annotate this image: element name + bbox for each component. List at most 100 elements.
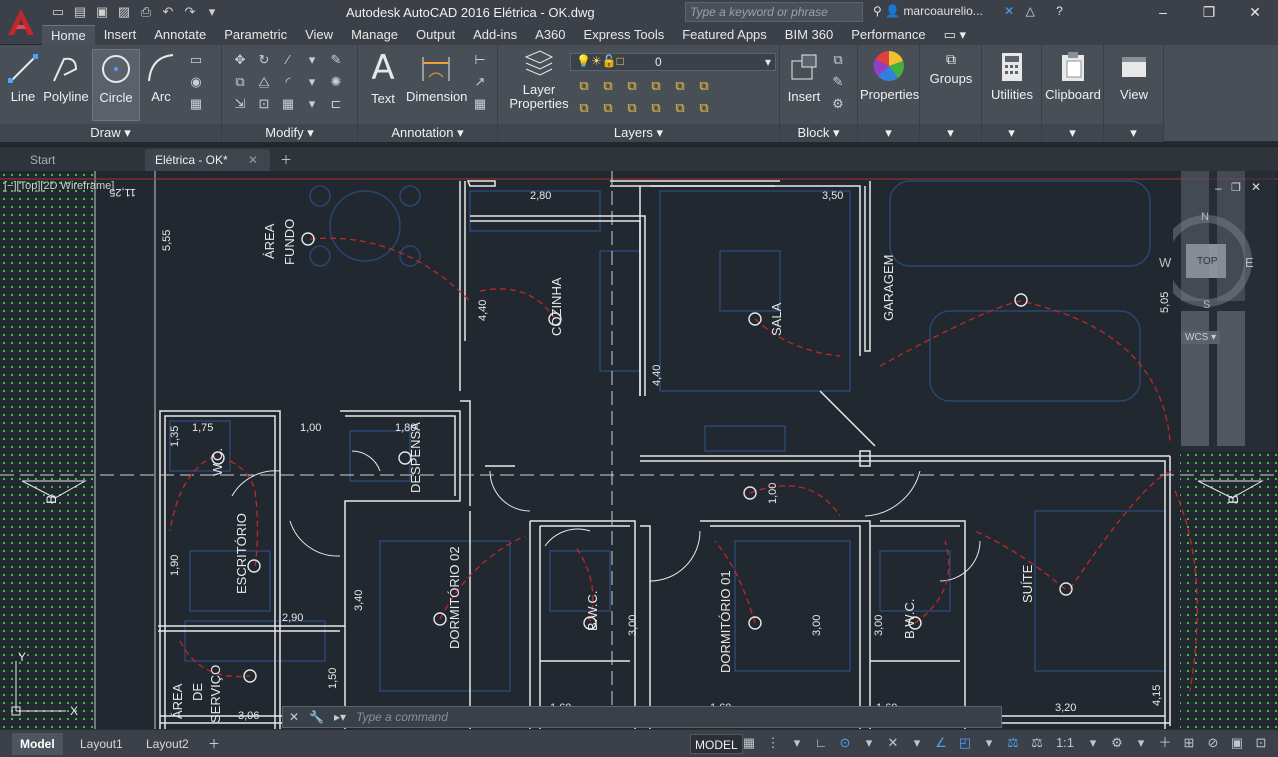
save-icon[interactable]: ▣ — [94, 4, 110, 20]
tab-add-ins[interactable]: Add-ins — [464, 25, 526, 45]
workspace-dropdown-icon[interactable]: ▾ — [204, 4, 220, 20]
layer-tool-icon[interactable]: ⧉ — [646, 99, 666, 117]
dropdown-icon[interactable]: ▾ — [302, 51, 322, 69]
utilities-expand-icon[interactable]: ▾ — [982, 124, 1041, 142]
layer-tool-icon[interactable]: ⧉ — [574, 77, 594, 95]
a360-icon[interactable]: △ — [1026, 4, 1035, 18]
exchange-icon[interactable]: ✕ — [1004, 4, 1014, 18]
binoculars-icon[interactable]: ⚲ — [873, 4, 882, 18]
polyline-tool[interactable]: Polyline — [42, 51, 90, 104]
isolate-icon[interactable]: ⊘ — [1206, 735, 1220, 751]
insert-tool[interactable]: Insert — [784, 51, 824, 104]
print-icon[interactable]: ⎙ — [138, 4, 154, 20]
array-icon[interactable]: ▦ — [278, 95, 298, 113]
dropdown-icon[interactable]: ▾ — [1134, 735, 1148, 751]
tab-annotate[interactable]: Annotate — [145, 25, 215, 45]
layer-tool-icon[interactable]: ⧉ — [670, 99, 690, 117]
copy-icon[interactable]: ⧉ — [230, 73, 250, 91]
move-icon[interactable]: ✥ — [230, 51, 250, 69]
units-icon[interactable]: ⊞ — [1182, 735, 1196, 751]
fillet-icon[interactable]: ◜ — [278, 73, 298, 91]
layer-tool-icon[interactable]: ⧉ — [670, 77, 690, 95]
save-as-icon[interactable]: ▨ — [116, 4, 132, 20]
scale-value[interactable]: 1:1 — [1054, 735, 1076, 751]
modify-panel-label[interactable]: Modify ▾ — [222, 124, 357, 142]
dropdown-icon[interactable]: ▾ — [302, 73, 322, 91]
tab-express-tools[interactable]: Express Tools — [575, 25, 674, 45]
search-input[interactable]: Type a keyword or phrase — [685, 2, 863, 22]
command-input[interactable]: Type a command — [356, 710, 448, 724]
erase-icon[interactable]: ✎ — [326, 51, 346, 69]
viewcube-east-label[interactable]: E — [1245, 255, 1254, 270]
viewport-minimize-icon[interactable]: – — [1215, 181, 1222, 195]
tab-bim-360[interactable]: BIM 360 — [776, 25, 842, 45]
new-icon[interactable]: ▭ — [50, 4, 66, 20]
layer-tool-icon[interactable]: ⧉ — [574, 99, 594, 117]
viewport-restore-icon[interactable]: ❐ — [1231, 181, 1241, 194]
undo-icon[interactable]: ↶ — [160, 4, 176, 20]
dropdown-icon[interactable]: ▾ — [1086, 735, 1100, 751]
help-icon[interactable]: ? — [1056, 4, 1063, 18]
close-icon[interactable]: ✕ — [248, 149, 258, 171]
layer-tool-icon[interactable]: ⧉ — [622, 99, 642, 117]
new-tab-button[interactable]: ＋ — [276, 149, 296, 171]
object-snap-icon[interactable]: ◰ — [958, 735, 972, 751]
line-tool[interactable]: Line — [6, 51, 40, 104]
tab-featured-apps[interactable]: Featured Apps — [673, 25, 776, 45]
annotation-monitor-icon[interactable]: ＋ — [1158, 735, 1172, 751]
command-line[interactable]: ✕ 🔧 ▸▾ Type a command — [282, 706, 1002, 728]
groups-expand-icon[interactable]: ▾ — [920, 124, 981, 142]
clean-screen-icon[interactable]: ⊡ — [1254, 735, 1268, 751]
tab-layout2[interactable]: Layout2 — [138, 733, 197, 755]
dimension-tool[interactable]: Dimension — [406, 51, 467, 104]
hardware-acceleration-icon[interactable]: ▣ — [1230, 735, 1244, 751]
layer-tool-icon[interactable]: ⧉ — [694, 77, 714, 95]
leader-icon[interactable]: ↗ — [470, 73, 490, 91]
groups-tool[interactable]: ⧉ Groups — [922, 51, 980, 86]
tab-performance[interactable]: Performance — [842, 25, 934, 45]
isodraft-icon[interactable]: ✕ — [886, 735, 900, 751]
scale-icon[interactable]: ⊡ — [254, 95, 274, 113]
dropdown-icon[interactable]: ▾ — [982, 735, 996, 751]
viewcube-north-label[interactable]: N — [1201, 211, 1209, 223]
clipboard-expand-icon[interactable]: ▾ — [1042, 124, 1103, 142]
open-icon[interactable]: ▤ — [72, 4, 88, 20]
tab-a360[interactable]: A360 — [526, 25, 574, 45]
mirror-icon[interactable]: ⧋ — [254, 73, 274, 91]
layer-properties-tool[interactable]: Layer Properties — [508, 49, 570, 111]
snap-icon[interactable]: ⋮ — [766, 735, 780, 751]
add-layout-button[interactable]: ＋ — [200, 733, 228, 755]
layer-tool-icon[interactable]: ⧉ — [598, 99, 618, 117]
layer-tool-icon[interactable]: ⧉ — [646, 77, 666, 95]
close-icon[interactable]: ✕ — [289, 710, 299, 724]
viewcube-top-label[interactable]: TOP — [1197, 256, 1217, 267]
text-tool[interactable]: A Text — [366, 49, 400, 106]
restore-icon[interactable]: ❐ — [1186, 0, 1232, 24]
close-icon[interactable]: ✕ — [1232, 0, 1278, 24]
annotation-visibility-icon[interactable]: ⚖ — [1006, 735, 1020, 751]
tab-parametric[interactable]: Parametric — [215, 25, 296, 45]
offset-icon[interactable]: ⊏ — [326, 95, 346, 113]
polar-icon[interactable]: ⊙ — [838, 735, 852, 751]
circle-tool[interactable]: Circle — [92, 49, 140, 121]
viewcube-south-label[interactable]: S — [1203, 299, 1210, 311]
layer-tool-icon[interactable]: ⧉ — [622, 77, 642, 95]
viewcube-west-label[interactable]: W — [1159, 255, 1171, 270]
tab-manage[interactable]: Manage — [342, 25, 407, 45]
drawing-canvas[interactable]: ÁREA FUNDO COZINHA SALA GARAGEM W.C. DES… — [0, 171, 1278, 729]
tab-insert[interactable]: Insert — [95, 25, 146, 45]
tab-model[interactable]: Model — [12, 733, 63, 755]
wrench-icon[interactable]: 🔧 — [309, 710, 324, 724]
viewport-close-icon[interactable]: ✕ — [1251, 180, 1261, 194]
user-account[interactable]: ⚲ 👤 marcoaurelio... ✕ △ ? — [873, 4, 1063, 18]
viewport-label[interactable]: [−][Top][2D Wireframe] — [4, 180, 114, 192]
minimize-icon[interactable]: – — [1140, 0, 1186, 24]
tab-home[interactable]: Home — [42, 25, 95, 45]
explode-icon[interactable]: ✺ — [326, 73, 346, 91]
create-block-icon[interactable]: ⧉ — [828, 51, 848, 69]
arc-tool[interactable]: Arc — [143, 51, 179, 104]
model-space-button[interactable]: MODEL — [690, 734, 743, 754]
ortho-icon[interactable]: ∟ — [814, 735, 828, 751]
rotate-icon[interactable]: ↻ — [254, 51, 274, 69]
view-expand-icon[interactable]: ▾ — [1104, 124, 1163, 142]
